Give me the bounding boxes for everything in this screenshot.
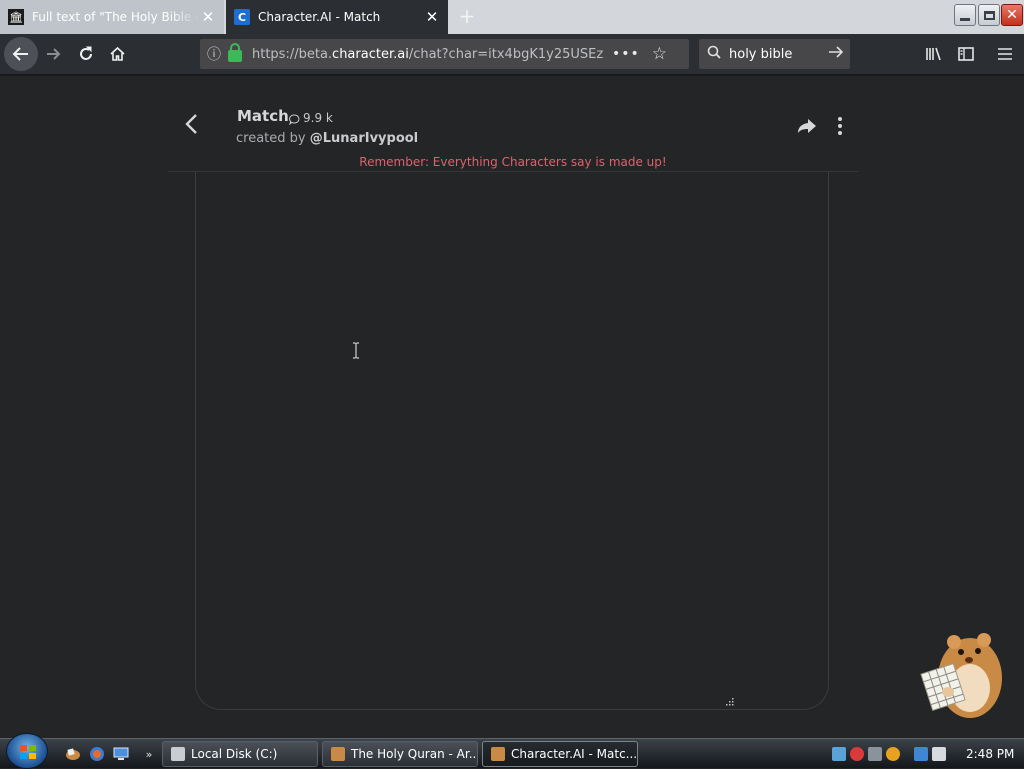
tab-title: Full text of "The Holy Bible cont (32, 10, 200, 24)
minimize-icon (960, 17, 970, 21)
tray-monitor-icon[interactable] (914, 747, 928, 761)
url-text[interactable]: https://beta.character.ai/chat?char=itx4… (252, 47, 604, 62)
browser-navigation-bar: ⓘ https://beta.character.ai/chat?char=it… (0, 34, 1024, 74)
reload-button[interactable] (70, 38, 102, 70)
quicklaunch-hamster-icon[interactable] (64, 745, 82, 763)
page-actions-icon[interactable]: ••• (612, 46, 640, 62)
hamster-app-icon (331, 747, 345, 761)
resize-grip-icon[interactable] (726, 698, 734, 706)
url-prefix: https://beta. (252, 46, 333, 62)
creator-link[interactable]: @LunarIvypool (310, 131, 418, 146)
more-vertical-icon[interactable] (836, 116, 844, 136)
tray-security-icon[interactable] (850, 747, 864, 761)
tray-search-icon[interactable] (886, 747, 900, 761)
drive-icon (171, 747, 185, 761)
chat-bubble-icon (289, 114, 300, 125)
chat-header: Match 9.9 k created by @LunarIvypool Rem… (168, 76, 858, 172)
chevron-left-icon[interactable] (182, 112, 202, 136)
quicklaunch-desktop-icon[interactable] (112, 745, 130, 763)
browser-tab-strip: 🏛︎ Full text of "The Holy Bible cont ✕ C… (0, 0, 1024, 34)
bookmark-star-icon[interactable]: ☆ (652, 44, 667, 64)
arrow-right-icon (47, 48, 61, 60)
hamster-app-icon (491, 747, 505, 761)
minimize-button[interactable] (954, 4, 976, 26)
tab-title: Character.AI - Match (258, 10, 381, 24)
share-icon[interactable] (796, 117, 818, 135)
creator-line: created by @LunarIvypool (236, 131, 418, 146)
text-cursor-icon (353, 342, 359, 359)
tab-holy-bible[interactable]: 🏛︎ Full text of "The Holy Bible cont ✕ (0, 0, 224, 34)
close-icon: ✕ (1006, 7, 1018, 23)
chat-message-area[interactable] (195, 172, 829, 710)
taskbar-item-holy-quran[interactable]: The Holy Quran - Ar... (322, 741, 478, 767)
character-name: Match (237, 107, 289, 125)
search-input[interactable]: holy bible (729, 47, 822, 62)
back-button[interactable] (4, 37, 38, 71)
maximize-button[interactable] (978, 4, 1000, 26)
close-window-button[interactable]: ✕ (1001, 4, 1023, 26)
forward-button[interactable] (38, 38, 70, 70)
hamburger-icon (998, 48, 1012, 60)
close-tab-icon[interactable]: ✕ (424, 8, 440, 26)
windows-logo-icon (20, 745, 36, 759)
tab-character-ai[interactable]: C Character.AI - Match ✕ (226, 0, 448, 34)
tray-network-icon[interactable] (868, 747, 882, 761)
info-icon[interactable]: ⓘ (200, 44, 228, 64)
new-tab-button[interactable]: + (456, 5, 478, 27)
tray-app-icon[interactable] (832, 747, 846, 761)
task-label: The Holy Quran - Ar... (351, 747, 478, 761)
hamster-mascot-icon (920, 633, 1002, 718)
reload-icon (80, 46, 92, 60)
disclaimer-notice: Remember: Everything Characters say is m… (359, 155, 667, 169)
sidebar-toggle-button[interactable] (954, 42, 978, 66)
url-domain: character.ai (332, 46, 409, 62)
taskbar-item-character-ai[interactable]: Character.AI - Matc... (482, 741, 638, 767)
windows-taskbar: » Local Disk (C:) The Holy Quran - Ar...… (0, 733, 1024, 769)
task-label: Local Disk (C:) (191, 747, 278, 761)
quicklaunch-browser-icon[interactable] (88, 745, 106, 763)
quicklaunch-more-icon[interactable]: » (140, 745, 158, 763)
home-icon (109, 46, 125, 61)
task-label: Character.AI - Matc... (511, 747, 638, 761)
chat-page: Match 9.9 k created by @LunarIvypool Rem… (0, 74, 1024, 738)
menu-button[interactable] (993, 42, 1017, 66)
restore-icon (983, 10, 995, 20)
clock[interactable]: 2:48 PM (966, 747, 1014, 761)
library-icon (926, 47, 941, 61)
search-icon (699, 45, 729, 63)
search-bar[interactable]: holy bible (699, 39, 850, 69)
start-button[interactable] (6, 733, 48, 769)
volume-icon[interactable] (932, 747, 946, 761)
home-button[interactable] (101, 38, 133, 70)
archive-icon: 🏛︎ (8, 9, 24, 25)
search-go-icon[interactable] (822, 44, 850, 64)
library-button[interactable] (922, 42, 946, 66)
sidebar-icon (958, 47, 974, 61)
character-ai-icon: C (234, 9, 250, 25)
chat-count: 9.9 k (303, 111, 333, 125)
arrow-left-icon (12, 47, 28, 61)
taskbar-item-local-disk[interactable]: Local Disk (C:) (162, 741, 318, 767)
created-by-label: created by (236, 131, 306, 146)
close-tab-icon[interactable]: ✕ (200, 8, 216, 26)
address-bar[interactable]: ⓘ https://beta.character.ai/chat?char=it… (200, 39, 689, 69)
lock-icon[interactable] (228, 43, 242, 62)
url-path: /chat?char=itx4bgK1y25USEzxzm (408, 46, 604, 62)
